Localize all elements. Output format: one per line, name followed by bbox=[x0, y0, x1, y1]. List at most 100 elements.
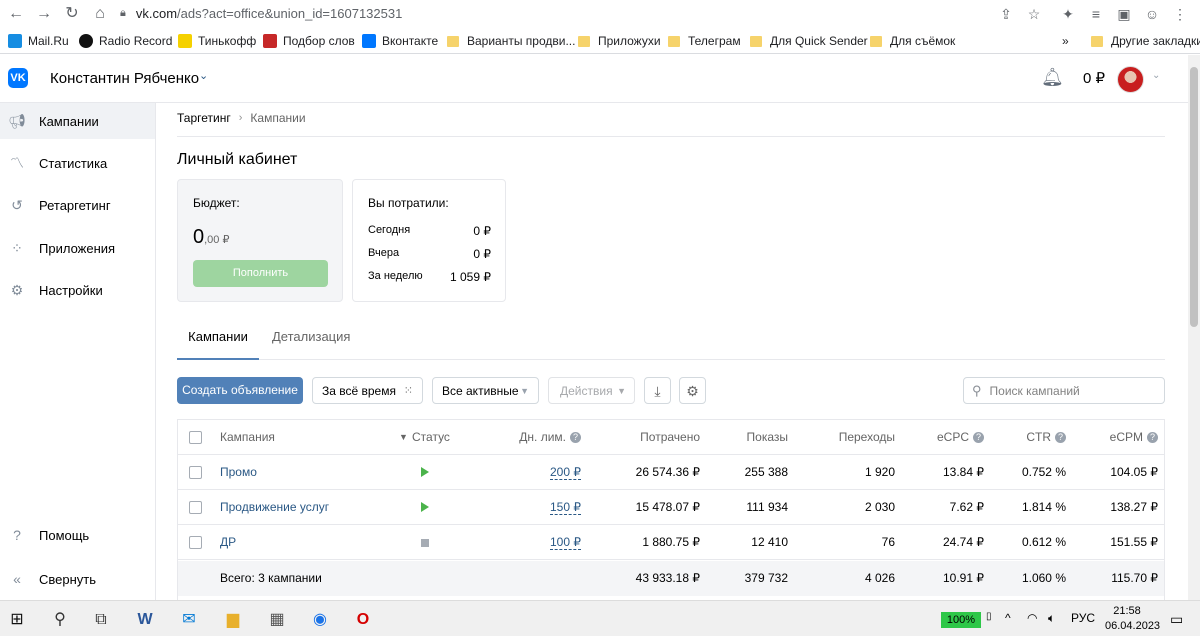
volume-icon[interactable]: 🔈︎ bbox=[1048, 611, 1055, 626]
sidebar-item-apps[interactable]: ⁘ Приложения bbox=[0, 230, 155, 266]
row-checkbox[interactable] bbox=[189, 536, 202, 549]
home-icon[interactable]: ⌂ bbox=[90, 4, 110, 24]
gear-icon[interactable]: ⚙ bbox=[679, 377, 706, 404]
bookmark-folder[interactable]: Для Quick Sender bbox=[750, 32, 868, 50]
search-icon[interactable]: ⚲ bbox=[49, 609, 71, 631]
bookmark-item[interactable]: Radio Record bbox=[79, 32, 172, 50]
extensions-icon[interactable]: ✦ bbox=[1058, 4, 1078, 24]
help-icon[interactable]: ? bbox=[973, 432, 984, 444]
reload-icon[interactable]: ↻ bbox=[62, 4, 82, 24]
search-field[interactable] bbox=[989, 383, 1150, 398]
calculator-icon[interactable]: ▦ bbox=[266, 609, 288, 631]
col-ctr[interactable]: CTR? bbox=[995, 420, 1066, 455]
help-icon[interactable]: ? bbox=[1055, 432, 1066, 444]
bookmark-item[interactable]: Подбор слов bbox=[263, 32, 355, 50]
sidebar-item-help[interactable]: ? Помощь bbox=[0, 517, 155, 553]
col-campaign[interactable]: Кампания bbox=[220, 420, 275, 455]
page-scrollbar[interactable] bbox=[1188, 55, 1200, 600]
help-icon[interactable]: ? bbox=[1147, 432, 1158, 444]
spent-cell: 1 880.75 ₽ bbox=[642, 535, 700, 549]
bookmark-item[interactable]: Mail.Ru bbox=[8, 32, 69, 50]
bookmark-folder[interactable]: Телеграм bbox=[668, 32, 741, 50]
sidebar-item-settings[interactable]: ⚙ Настройки bbox=[0, 272, 155, 308]
col-daily-limit[interactable]: Дн. лим.? bbox=[508, 420, 581, 455]
play-icon[interactable] bbox=[421, 467, 429, 477]
campaign-link[interactable]: Продвижение услуг bbox=[220, 490, 329, 525]
explorer-icon[interactable]: ▆ bbox=[222, 609, 244, 631]
chevron-down-icon: ▼ bbox=[520, 386, 529, 396]
account-name[interactable]: Константин Рябченко bbox=[50, 70, 199, 87]
tab-campaigns[interactable]: Кампании bbox=[177, 329, 259, 360]
battery-icon[interactable]: ▯ bbox=[986, 611, 992, 622]
col-spent[interactable]: Потрачено bbox=[598, 420, 700, 455]
campaign-link[interactable]: ДР bbox=[220, 525, 236, 560]
sidebar-item-retargeting[interactable]: ↺ Ретаргетинг bbox=[0, 187, 155, 223]
scrollbar-thumb[interactable] bbox=[1190, 67, 1198, 327]
col-ecpm[interactable]: eCPM? bbox=[1078, 420, 1158, 455]
media-icon[interactable]: ≡ bbox=[1086, 4, 1106, 24]
wifi-icon[interactable]: ◠ bbox=[1027, 611, 1037, 625]
avatar[interactable] bbox=[1117, 66, 1144, 93]
play-icon[interactable] bbox=[421, 502, 429, 512]
notifications-icon[interactable]: ▭ bbox=[1170, 611, 1183, 628]
download-icon[interactable]: ⤓ bbox=[644, 377, 671, 404]
lock-icon[interactable]: 🔒︎ bbox=[120, 7, 126, 20]
battery-indicator[interactable]: 100% bbox=[941, 612, 981, 628]
bookmarks-more[interactable]: » bbox=[1062, 32, 1069, 50]
stop-icon[interactable] bbox=[421, 539, 429, 547]
row-checkbox[interactable] bbox=[189, 466, 202, 479]
col-ecpc[interactable]: eCPC? bbox=[912, 420, 984, 455]
sidebar-item-statistics[interactable]: 〽 Статистика bbox=[0, 145, 155, 181]
back-icon[interactable]: ← bbox=[6, 4, 26, 24]
profile-icon[interactable]: ☺ bbox=[1142, 4, 1162, 24]
forward-icon[interactable]: → bbox=[34, 4, 54, 24]
share-icon[interactable]: ⇪ bbox=[996, 4, 1016, 24]
bookmark-folder[interactable]: Варианты продви... bbox=[447, 32, 575, 50]
filter-select[interactable]: Все активные ▼ bbox=[432, 377, 539, 404]
sort-icon[interactable]: ▼ bbox=[399, 420, 408, 455]
col-clicks[interactable]: Переходы bbox=[805, 420, 895, 455]
windows-start-icon[interactable]: ⊞ bbox=[6, 609, 28, 631]
menu-icon[interactable]: ⋮ bbox=[1170, 4, 1190, 24]
bell-icon[interactable]: 🔔︎ bbox=[1041, 67, 1064, 89]
bookmark-item[interactable]: Вконтакте bbox=[362, 32, 438, 50]
opera-icon[interactable]: O bbox=[352, 609, 374, 631]
tab-details[interactable]: Детализация bbox=[272, 329, 350, 360]
sidebar-collapse[interactable]: «Свернуть bbox=[0, 561, 155, 597]
period-select[interactable]: За всё время ⁙ bbox=[312, 377, 423, 404]
chevron-down-icon[interactable]: ⌄ bbox=[1152, 70, 1160, 81]
bookmark-item[interactable]: Тинькофф bbox=[178, 32, 256, 50]
breadcrumb-root[interactable]: Таргетинг bbox=[177, 111, 231, 125]
help-icon[interactable]: ? bbox=[570, 432, 581, 444]
col-impressions[interactable]: Показы bbox=[718, 420, 788, 455]
address-bar[interactable]: 🔒︎ vk.com/ads?act=office&union_id=160713… bbox=[120, 2, 1050, 24]
tray-chevron-icon[interactable]: ^ bbox=[1005, 611, 1011, 625]
row-checkbox[interactable] bbox=[189, 501, 202, 514]
balance[interactable]: 0 ₽ bbox=[1083, 69, 1105, 87]
bookmark-folder[interactable]: Приложухи bbox=[578, 32, 661, 50]
sidebar-item-campaigns[interactable]: 📢︎ Кампании bbox=[0, 103, 155, 139]
daily-limit-link[interactable]: 200 ₽ bbox=[550, 465, 581, 480]
impressions-cell: 255 388 bbox=[744, 465, 788, 479]
other-bookmarks[interactable]: Другие закладки bbox=[1091, 32, 1200, 50]
campaign-link[interactable]: Промо bbox=[220, 455, 257, 490]
daily-limit-link[interactable]: 100 ₽ bbox=[550, 535, 581, 550]
word-icon[interactable]: W bbox=[134, 609, 156, 631]
sidepanel-icon[interactable]: ▣ bbox=[1114, 4, 1134, 24]
bookmark-folder[interactable]: Для съёмок bbox=[870, 32, 955, 50]
search-input[interactable]: ⚲ bbox=[963, 377, 1165, 404]
chevron-down-icon[interactable]: ⌄ bbox=[199, 69, 208, 82]
actions-select[interactable]: Действия ▼ bbox=[548, 377, 635, 404]
language-indicator[interactable]: РУС bbox=[1071, 611, 1095, 625]
daily-limit-link[interactable]: 150 ₽ bbox=[550, 500, 581, 515]
task-view-icon[interactable]: ⧉ bbox=[90, 609, 112, 631]
star-icon[interactable]: ☆ bbox=[1024, 4, 1044, 24]
mail-icon[interactable]: ✉ bbox=[178, 609, 200, 631]
col-status[interactable]: Статус bbox=[412, 420, 450, 455]
select-all-checkbox[interactable] bbox=[189, 431, 202, 444]
chrome-icon[interactable]: ◉ bbox=[309, 609, 331, 631]
create-ad-button[interactable]: Создать объявление bbox=[177, 377, 303, 404]
clock[interactable]: 21:58 06.04.2023 bbox=[1105, 604, 1160, 634]
vk-logo-icon[interactable]: VK bbox=[8, 68, 28, 88]
topup-button[interactable]: Пополнить bbox=[193, 260, 328, 287]
